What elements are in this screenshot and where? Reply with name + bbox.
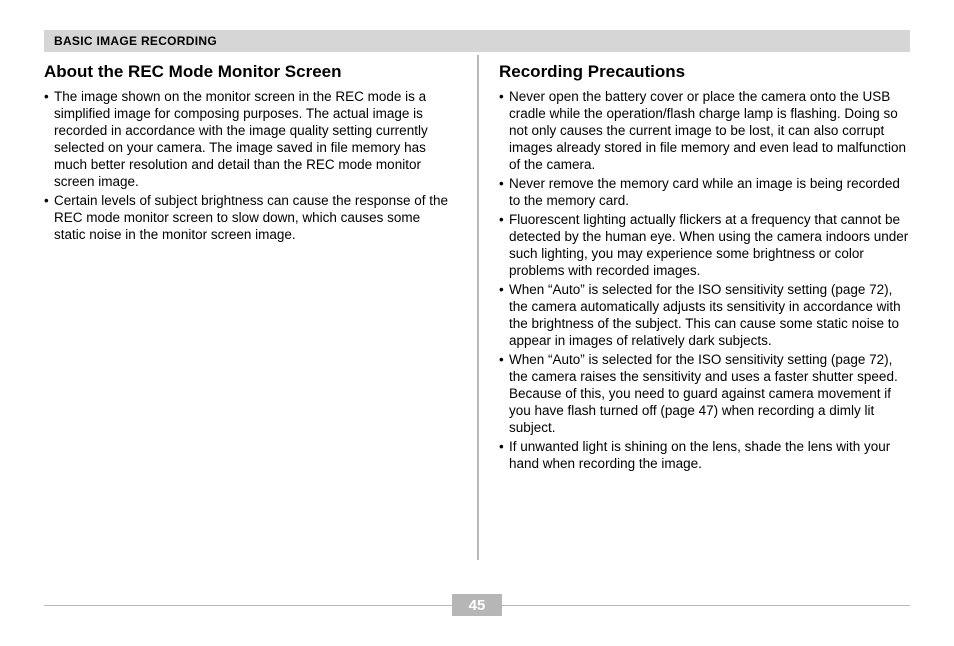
- left-heading: About the REC Mode Monitor Screen: [44, 62, 455, 82]
- right-bullet-list: Never open the battery cover or place th…: [499, 88, 910, 472]
- list-item: When “Auto” is selected for the ISO sens…: [499, 351, 910, 436]
- footer-rule-left: [44, 605, 452, 606]
- left-column: About the REC Mode Monitor Screen The im…: [44, 62, 477, 474]
- section-header-text: BASIC IMAGE RECORDING: [54, 34, 217, 48]
- page-footer: 45: [44, 594, 910, 616]
- left-bullet-list: The image shown on the monitor screen in…: [44, 88, 455, 243]
- list-item: Fluorescent lighting actually flickers a…: [499, 211, 910, 279]
- footer-rule-right: [502, 605, 910, 606]
- right-column: Recording Precautions Never open the bat…: [477, 62, 910, 474]
- list-item: If unwanted light is shining on the lens…: [499, 438, 910, 472]
- list-item: Certain levels of subject brightness can…: [44, 192, 455, 243]
- manual-page: BASIC IMAGE RECORDING About the REC Mode…: [0, 0, 954, 646]
- content-columns: About the REC Mode Monitor Screen The im…: [44, 62, 910, 474]
- page-number: 45: [452, 594, 502, 616]
- list-item: Never open the battery cover or place th…: [499, 88, 910, 173]
- right-heading: Recording Precautions: [499, 62, 910, 82]
- list-item: The image shown on the monitor screen in…: [44, 88, 455, 190]
- list-item: When “Auto” is selected for the ISO sens…: [499, 281, 910, 349]
- list-item: Never remove the memory card while an im…: [499, 175, 910, 209]
- section-header-bar: BASIC IMAGE RECORDING: [44, 30, 910, 52]
